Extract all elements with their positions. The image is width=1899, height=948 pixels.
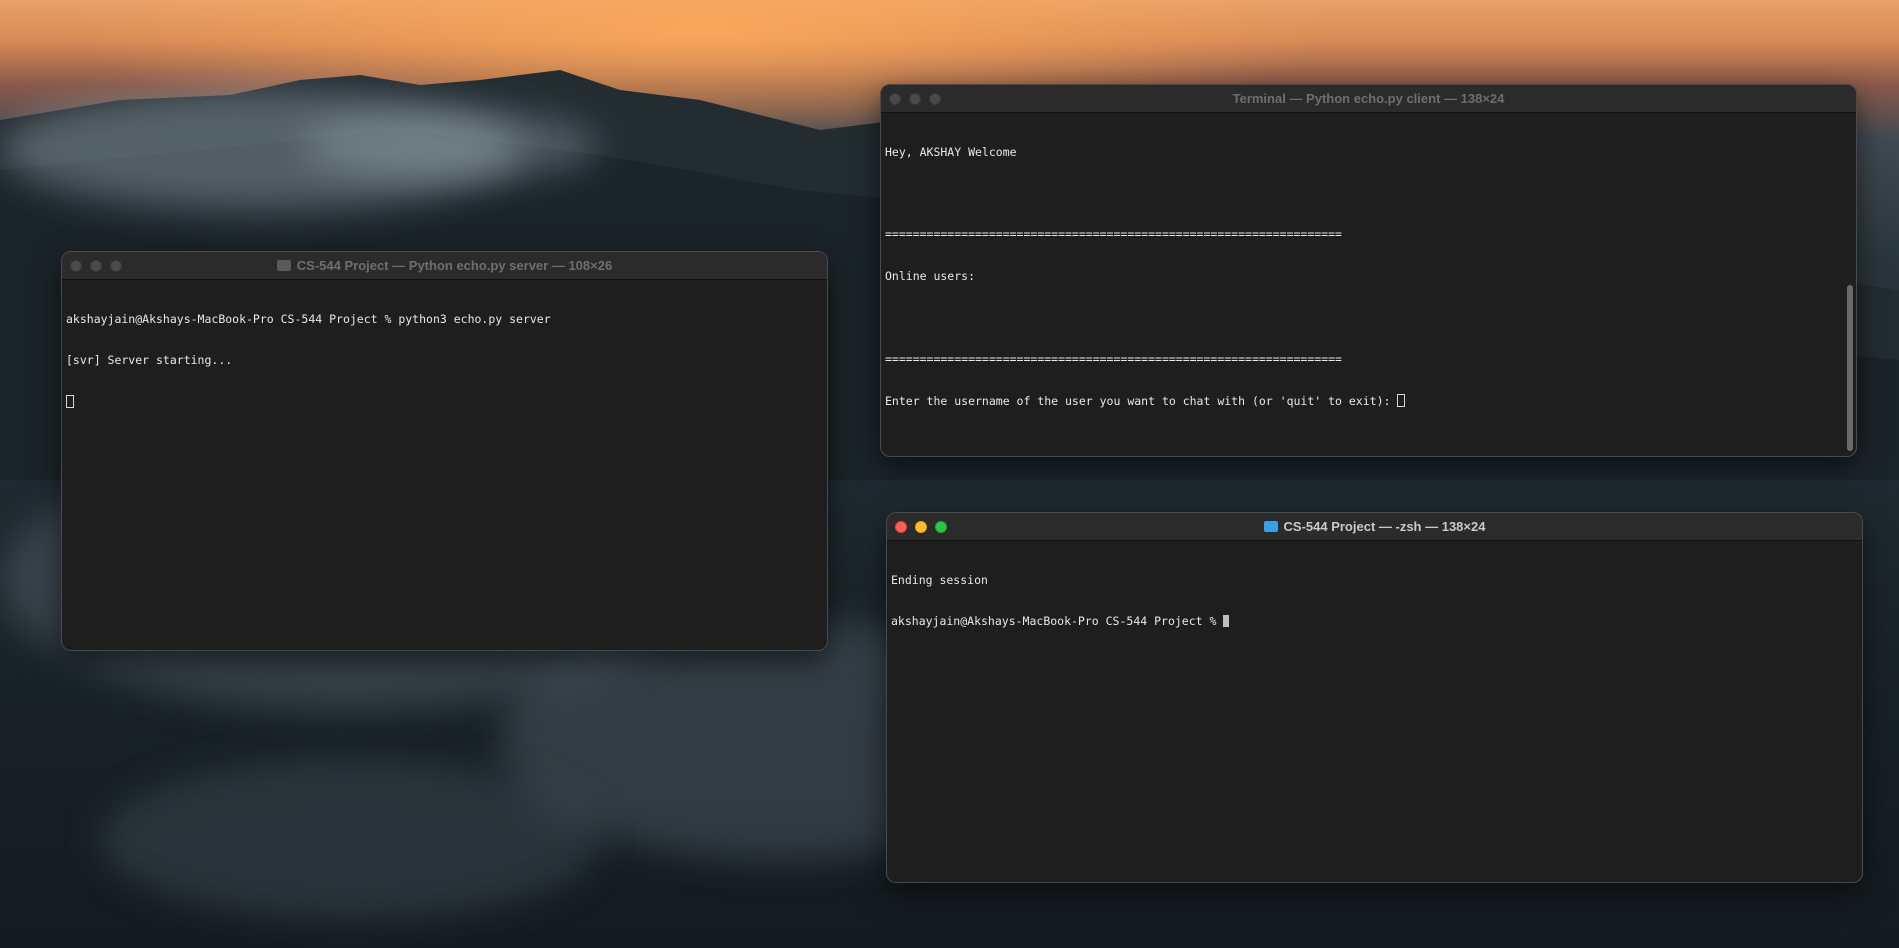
client-terminal-window[interactable]: Terminal — Python echo.py client — 138×2…	[880, 84, 1857, 457]
folder-icon	[276, 260, 291, 271]
terminal-line: Online users:	[885, 268, 976, 283]
terminal-line: ========================================…	[885, 351, 1342, 366]
text-cursor	[66, 395, 74, 409]
window-title: Terminal — Python echo.py client — 138×2…	[881, 91, 1856, 106]
zsh-window-title: CS-544 Project — -zsh — 138×24	[1283, 519, 1486, 534]
chat-prompt-text: Enter the username of the user you want …	[885, 393, 1398, 408]
close-icon[interactable]	[889, 92, 901, 105]
window-title: CS-544 Project — -zsh — 138×24	[887, 519, 1862, 534]
minimize-icon[interactable]	[909, 92, 921, 105]
window-controls[interactable]	[889, 85, 941, 112]
client-terminal-output[interactable]: Hey, AKSHAY Welcome ====================…	[881, 113, 1856, 435]
window-controls[interactable]	[70, 252, 122, 279]
server-terminal-window[interactable]: CS-544 Project — Python echo.py server —…	[61, 251, 828, 651]
terminal-line: Hey, AKSHAY Welcome	[885, 144, 1017, 159]
terminal-prompt-line: akshayjain@Akshays-MacBook-Pro CS-544 Pr…	[891, 613, 1858, 629]
maximize-icon[interactable]	[110, 259, 122, 272]
maximize-icon[interactable]	[929, 92, 941, 105]
folder-icon	[1263, 521, 1278, 532]
client-window-titlebar[interactable]: Terminal — Python echo.py client — 138×2…	[881, 85, 1856, 113]
shell-prompt: akshayjain@Akshays-MacBook-Pro CS-544 Pr…	[891, 613, 1224, 628]
close-icon[interactable]	[70, 259, 82, 272]
zsh-terminal-window[interactable]: CS-544 Project — -zsh — 138×24 Ending se…	[886, 512, 1863, 883]
server-window-titlebar[interactable]: CS-544 Project — Python echo.py server —…	[62, 252, 827, 280]
minimize-icon[interactable]	[915, 520, 927, 533]
client-window-title: Terminal — Python echo.py client — 138×2…	[1232, 91, 1505, 106]
text-cursor	[1223, 614, 1230, 627]
text-cursor	[1397, 393, 1406, 407]
zsh-window-titlebar[interactable]: CS-544 Project — -zsh — 138×24	[887, 513, 1862, 541]
terminal-prompt-line: Enter the username of the user you want …	[885, 393, 1852, 408]
minimize-icon[interactable]	[90, 259, 102, 272]
maximize-icon[interactable]	[935, 520, 947, 533]
close-icon[interactable]	[895, 520, 907, 533]
terminal-line: Ending session	[891, 572, 988, 587]
zsh-terminal-output[interactable]: Ending session akshayjain@Akshays-MacBoo…	[887, 541, 1862, 656]
window-title: CS-544 Project — Python echo.py server —…	[62, 258, 827, 273]
server-window-title: CS-544 Project — Python echo.py server —…	[296, 258, 613, 273]
terminal-line: akshayjain@Akshays-MacBook-Pro CS-544 Pr…	[66, 311, 551, 326]
window-controls[interactable]	[895, 513, 947, 540]
server-terminal-output[interactable]: akshayjain@Akshays-MacBook-Pro CS-544 Pr…	[62, 280, 827, 437]
terminal-cursor-line	[66, 395, 823, 409]
terminal-line: ========================================…	[885, 227, 1342, 242]
terminal-line: [svr] Server starting...	[66, 352, 233, 367]
scrollbar[interactable]	[1847, 285, 1853, 451]
